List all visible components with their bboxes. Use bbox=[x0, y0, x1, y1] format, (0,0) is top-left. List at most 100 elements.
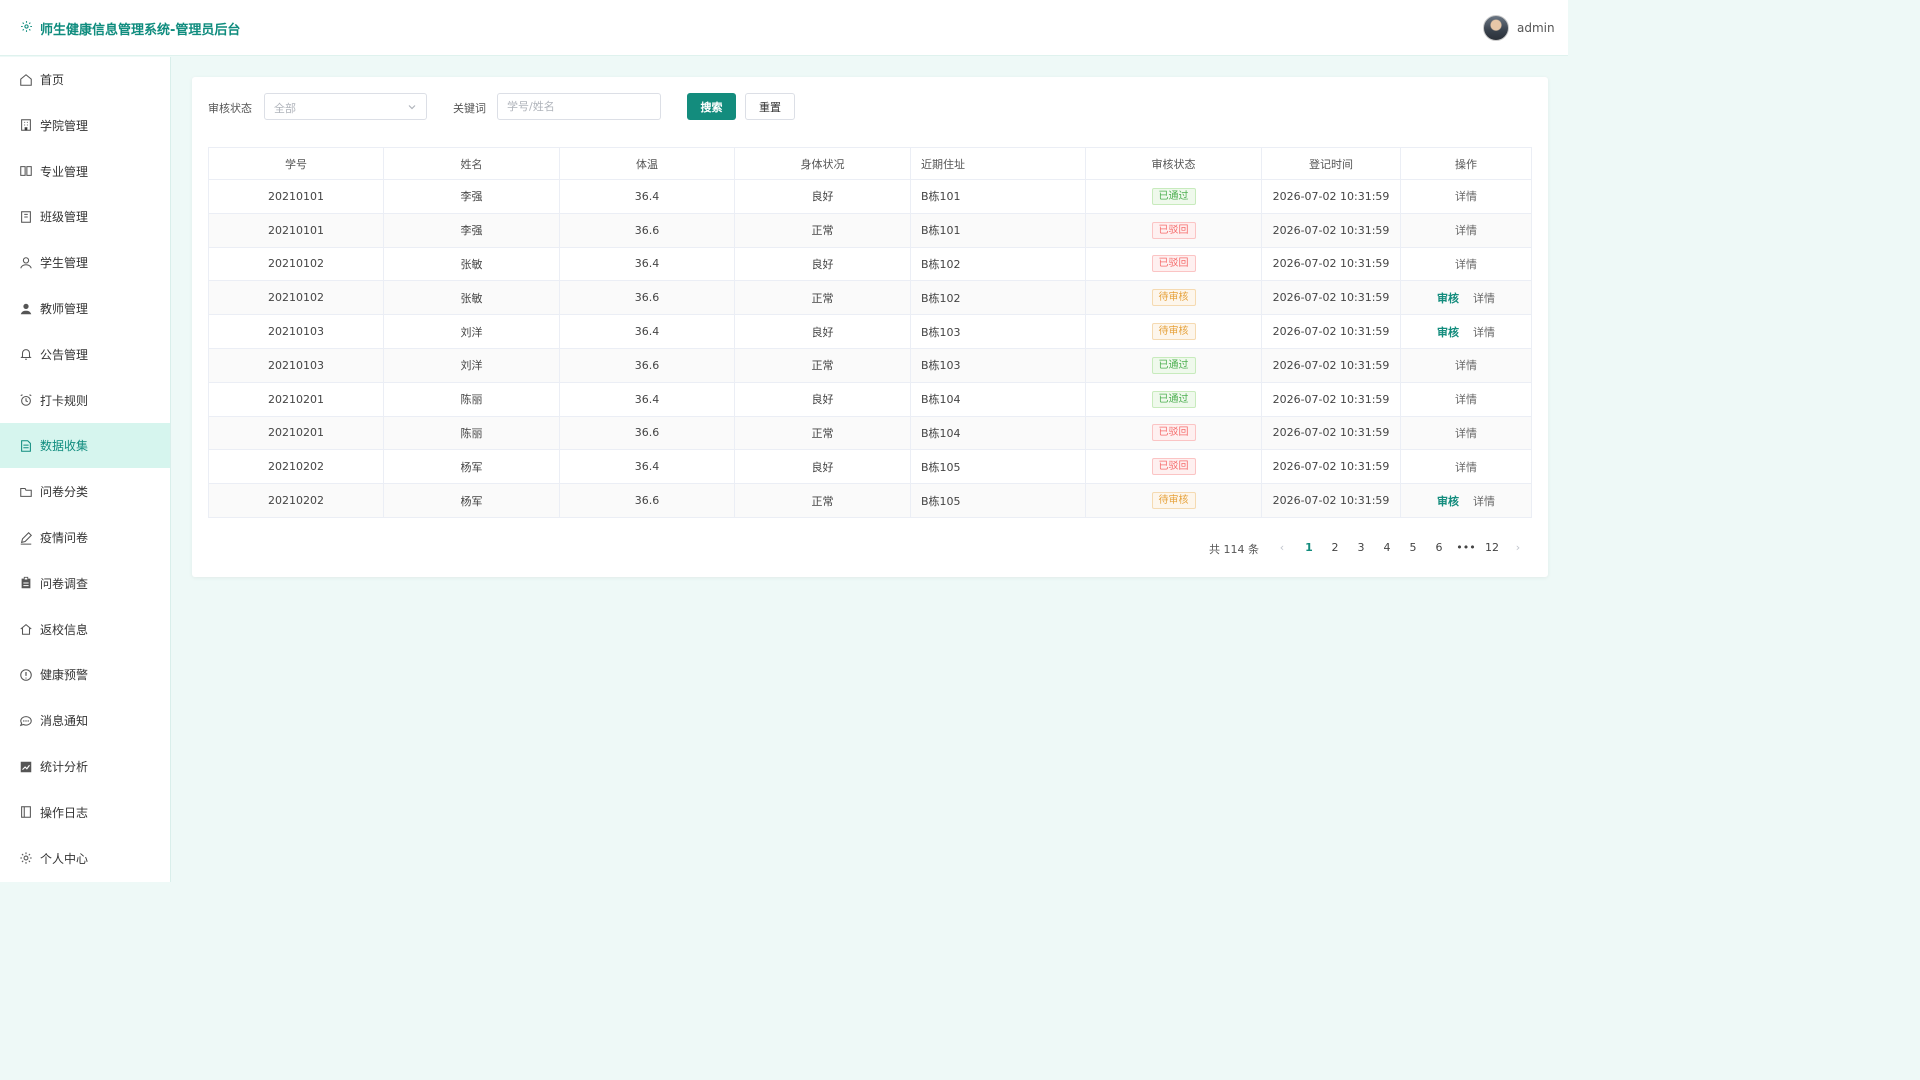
sidebar-item-0[interactable]: 首页 bbox=[0, 57, 170, 102]
temperature-cell: 36.6 bbox=[559, 280, 735, 316]
detail-link[interactable]: 详情 bbox=[1455, 461, 1477, 474]
detail-link[interactable]: 详情 bbox=[1455, 393, 1477, 406]
detail-link[interactable]: 详情 bbox=[1455, 190, 1477, 203]
status-cell: 已通过 bbox=[1085, 179, 1262, 214]
sidebar-item-15[interactable]: 统计分析 bbox=[0, 744, 170, 789]
table-row: 20210102 张敏 36.6 正常 B栋102 待审核 2026-07-02 10:31… bbox=[208, 280, 1532, 316]
audit-link[interactable]: 审核 bbox=[1437, 292, 1459, 305]
page-number[interactable]: 6 bbox=[1429, 541, 1449, 554]
name-cell: 陈丽 bbox=[383, 415, 560, 451]
prev-page-icon[interactable]: ‹ bbox=[1272, 541, 1292, 554]
status-badge: 已通过 bbox=[1151, 390, 1196, 408]
name-cell: 陈丽 bbox=[383, 381, 560, 417]
health-cell: 良好 bbox=[734, 449, 911, 485]
sidebar-item-1[interactable]: 学院管理 bbox=[0, 103, 170, 148]
column-header: 近期住址 bbox=[910, 147, 1086, 180]
sidebar: 首页学院管理专业管理班级管理学生管理教师管理 公告管理 打卡规则 数据收集 问卷分类 疫情… bbox=[0, 57, 171, 882]
status-cell: 已驳回 bbox=[1085, 212, 1262, 248]
sidebar-item-17[interactable]: 个人中心 bbox=[0, 836, 170, 881]
time-cell: 2026-07-02 10:31:59 bbox=[1261, 179, 1401, 214]
table-row: 20210103 刘洋 36.4 良好 B栋103 待审核 2026-07-02 10:31… bbox=[208, 314, 1532, 349]
page-number[interactable]: 4 bbox=[1377, 541, 1397, 554]
more-pages-icon[interactable]: ••• bbox=[1456, 541, 1476, 554]
time-cell: 2026-07-02 10:31:59 bbox=[1261, 347, 1401, 383]
search-button[interactable]: 搜索 bbox=[687, 93, 736, 120]
address-cell: B栋102 bbox=[910, 246, 1086, 282]
sidebar-item-4[interactable]: 学生管理 bbox=[0, 240, 170, 285]
clipboard-icon bbox=[19, 576, 33, 590]
sidebar-item-14[interactable]: 消息通知 bbox=[0, 698, 170, 743]
name-cell: 杨军 bbox=[383, 449, 560, 485]
health-cell: 正常 bbox=[734, 212, 911, 248]
time-cell: 2026-07-02 10:31:59 bbox=[1261, 381, 1401, 417]
detail-link[interactable]: 详情 bbox=[1455, 427, 1477, 440]
temperature-cell: 36.6 bbox=[559, 483, 735, 518]
sidebar-item-13[interactable]: 健康预警 bbox=[0, 652, 170, 697]
detail-link[interactable]: 详情 bbox=[1473, 292, 1495, 305]
actions-cell: 详情 bbox=[1400, 347, 1532, 383]
reset-button[interactable]: 重置 bbox=[745, 93, 795, 120]
next-page-icon[interactable]: › bbox=[1508, 541, 1528, 554]
student-id-cell: 20210101 bbox=[208, 212, 384, 248]
table-row: 20210103 刘洋 36.6 正常 B栋103 已通过 2026-07-02 10:31… bbox=[208, 347, 1532, 383]
status-badge: 已驳回 bbox=[1151, 255, 1196, 273]
sidebar-item-label: 班级管理 bbox=[40, 210, 89, 225]
warning-circle-icon bbox=[19, 668, 33, 682]
detail-link[interactable]: 详情 bbox=[1473, 495, 1495, 508]
user-avatar[interactable] bbox=[1483, 15, 1509, 41]
chat-icon bbox=[19, 714, 33, 728]
sidebar-item-label: 首页 bbox=[40, 73, 65, 87]
column-header: 姓名 bbox=[383, 147, 560, 180]
status-badge: 待审核 bbox=[1151, 323, 1196, 341]
keyword-input[interactable] bbox=[497, 93, 661, 120]
sidebar-item-label: 问卷调查 bbox=[40, 576, 89, 591]
detail-link[interactable]: 详情 bbox=[1455, 224, 1477, 237]
audit-link[interactable]: 审核 bbox=[1437, 495, 1459, 508]
health-cell: 正常 bbox=[734, 280, 911, 316]
gear-logo-icon bbox=[21, 21, 32, 32]
document-icon bbox=[19, 439, 33, 453]
detail-link[interactable]: 详情 bbox=[1473, 326, 1495, 339]
temperature-cell: 36.6 bbox=[559, 212, 735, 248]
house-icon bbox=[19, 622, 33, 636]
user-name[interactable]: admin bbox=[1517, 21, 1555, 35]
status-cell: 待审核 bbox=[1085, 314, 1262, 349]
health-cell: 正常 bbox=[734, 415, 911, 451]
sidebar-item-12[interactable]: 返校信息 bbox=[0, 607, 170, 652]
actions-cell: 详情 bbox=[1400, 246, 1532, 282]
page-number[interactable]: 3 bbox=[1351, 541, 1371, 554]
sidebar-item-7[interactable]: 打卡规则 bbox=[0, 378, 170, 423]
sidebar-item-10[interactable]: 疫情问卷 bbox=[0, 515, 170, 560]
status-select[interactable]: 全部 bbox=[264, 93, 427, 120]
status-filter-label: 审核状态 bbox=[208, 102, 252, 115]
actions-cell: 审核 详情 bbox=[1400, 314, 1532, 349]
actions-cell: 详情 bbox=[1400, 179, 1532, 214]
sidebar-item-3[interactable]: 班级管理 bbox=[0, 194, 170, 239]
actions-cell: 审核 详情 bbox=[1400, 280, 1532, 316]
table-row: 20210202 杨军 36.4 良好 B栋105 已驳回 2026-07-02 10:31… bbox=[208, 449, 1532, 485]
pagination-total: 共 114 条 bbox=[1209, 543, 1259, 556]
page-number[interactable]: 12 bbox=[1482, 541, 1502, 554]
student-id-cell: 20210202 bbox=[208, 449, 384, 485]
name-cell: 杨军 bbox=[383, 483, 560, 518]
page-number[interactable]: 2 bbox=[1325, 541, 1345, 554]
audit-link[interactable]: 审核 bbox=[1437, 326, 1459, 339]
sidebar-item-label: 专业管理 bbox=[40, 164, 89, 179]
page-number[interactable]: 1 bbox=[1299, 541, 1319, 554]
status-badge: 待审核 bbox=[1151, 492, 1196, 510]
sidebar-item-label: 健康预警 bbox=[40, 668, 89, 683]
sidebar-item-2[interactable]: 专业管理 bbox=[0, 149, 170, 194]
sidebar-item-6[interactable]: 公告管理 bbox=[0, 332, 170, 377]
sidebar-item-8[interactable]: 数据收集 bbox=[0, 423, 170, 469]
page-number[interactable]: 5 bbox=[1403, 541, 1423, 554]
sidebar-item-label: 学生管理 bbox=[40, 256, 89, 271]
status-cell: 待审核 bbox=[1085, 280, 1262, 316]
detail-link[interactable]: 详情 bbox=[1455, 359, 1477, 372]
temperature-cell: 36.6 bbox=[559, 347, 735, 383]
sidebar-item-9[interactable]: 问卷分类 bbox=[0, 469, 170, 514]
detail-link[interactable]: 详情 bbox=[1455, 258, 1477, 271]
sidebar-item-5[interactable]: 教师管理 bbox=[0, 286, 170, 331]
sidebar-item-11[interactable]: 问卷调查 bbox=[0, 561, 170, 606]
sidebar-item-16[interactable]: 操作日志 bbox=[0, 790, 170, 835]
table-row: 20210102 张敏 36.4 良好 B栋102 已驳回 2026-07-02 10:31… bbox=[208, 246, 1532, 282]
